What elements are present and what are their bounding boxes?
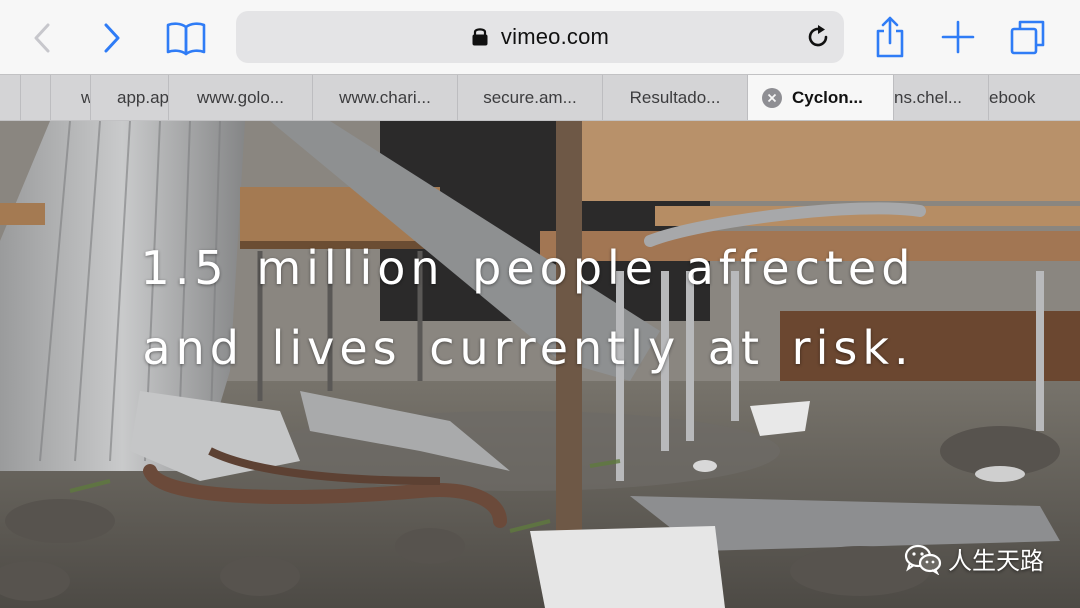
tab-label: www.golo... — [197, 87, 284, 107]
tab-label: ns.chel... — [894, 87, 963, 107]
tab-item[interactable]: app.ap — [90, 75, 168, 120]
tab-stub[interactable] — [20, 75, 50, 120]
tab-item[interactable]: w — [50, 75, 90, 120]
tab-item[interactable]: www.golo... — [168, 75, 312, 120]
address-bar[interactable]: vimeo.com — [236, 11, 844, 63]
tab-strip: w app.ap www.golo... www.chari... secure… — [0, 74, 1080, 121]
tab-item[interactable]: ebook — [988, 75, 1080, 120]
reload-icon — [808, 25, 828, 47]
back-button[interactable] — [24, 18, 60, 58]
lock-icon — [472, 28, 488, 46]
wechat-icon — [904, 544, 942, 575]
plus-icon — [941, 20, 975, 54]
tab-label: ebook — [989, 87, 1036, 107]
video-player[interactable]: 1.5 million people affected and lives cu… — [0, 121, 1080, 608]
tab-item[interactable]: ns.chel... — [893, 75, 988, 120]
share-icon — [876, 16, 904, 58]
url-display: vimeo.com — [236, 11, 844, 63]
tab-label: Resultado... — [629, 87, 721, 107]
tabs-overview-button[interactable] — [1004, 14, 1052, 60]
tab-item[interactable]: www.chari... — [312, 75, 457, 120]
close-tab-icon[interactable] — [762, 87, 782, 108]
video-caption-line-2: and lives currently at risk. — [142, 321, 914, 375]
chevron-left-icon — [34, 23, 50, 53]
video-caption-line-1: 1.5 million people affected — [140, 241, 916, 295]
watermark: 人生天路 — [904, 541, 1044, 576]
book-icon — [166, 22, 206, 56]
tab-label: w — [81, 88, 90, 108]
tab-label: secure.am... — [483, 87, 577, 107]
tab-label: Cyclon... — [792, 87, 863, 107]
watermark-text: 人生天路 — [948, 547, 1044, 575]
new-tab-button[interactable] — [936, 14, 980, 60]
url-text: vimeo.com — [500, 24, 610, 49]
forward-button[interactable] — [94, 18, 130, 58]
tab-label: app.ap — [117, 87, 168, 107]
tab-item[interactable]: Resultado... — [602, 75, 747, 120]
tab-item-active[interactable]: Cyclon... — [747, 75, 893, 120]
tab-label: www.chari... — [339, 87, 431, 107]
browser-toolbar: vimeo.com — [0, 0, 1080, 74]
chevron-right-icon — [104, 23, 120, 53]
reload-button[interactable] — [802, 21, 834, 53]
bookmarks-button[interactable] — [162, 16, 210, 60]
tab-item[interactable]: secure.am... — [457, 75, 602, 120]
share-button[interactable] — [868, 12, 912, 62]
tabs-icon — [1010, 20, 1045, 55]
